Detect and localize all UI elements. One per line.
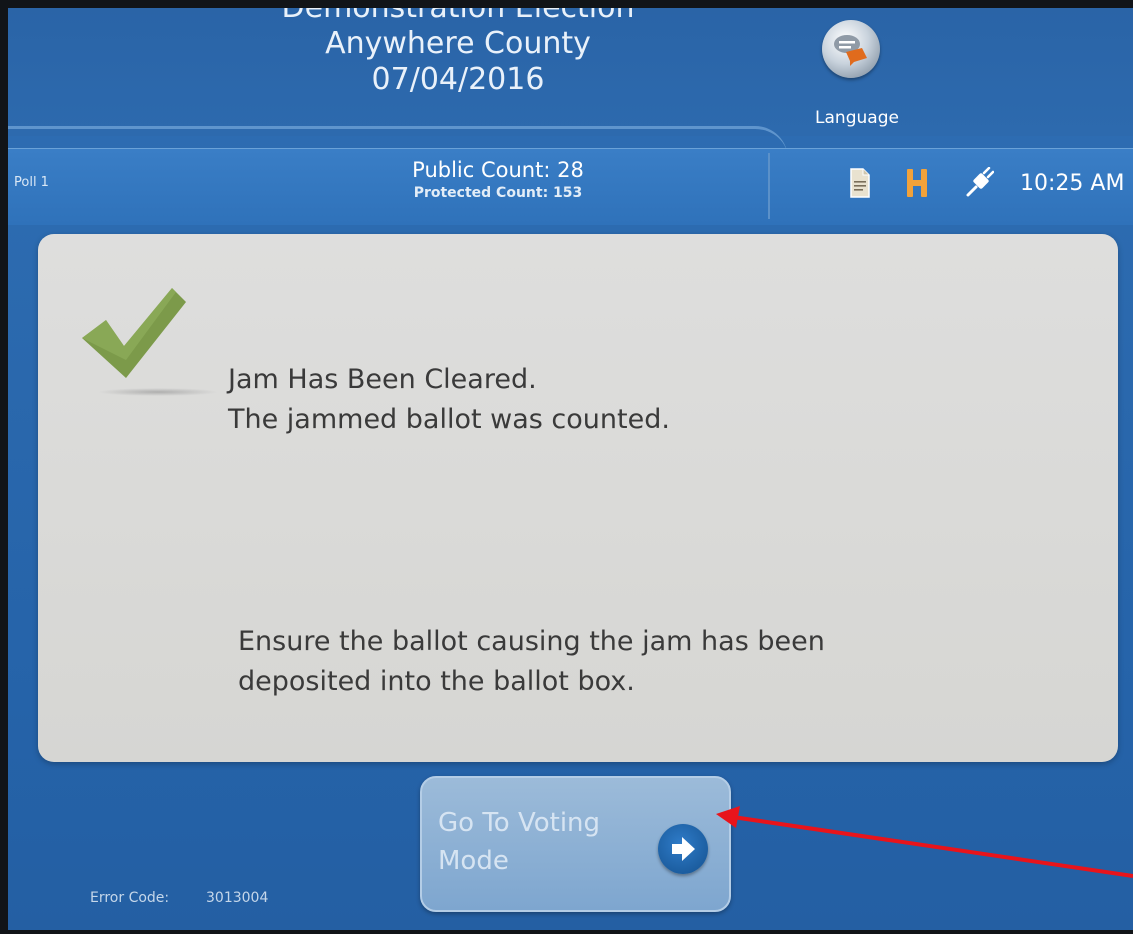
election-info: Demonstration Election Anywhere County 0…	[208, 8, 708, 98]
poll-label: Poll 1	[14, 175, 49, 190]
go-to-voting-mode-label: Go To Voting Mode	[438, 808, 601, 876]
message-instruction: Ensure the ballot causing the jam has be…	[238, 626, 825, 697]
status-bar: Poll 1 Public Count: 28 Protected Count:…	[8, 148, 1133, 225]
error-code-label: Error Code:	[90, 890, 170, 906]
message-subtitle: The jammed ballot was counted.	[228, 404, 670, 435]
checkmark-shadow	[98, 388, 218, 396]
clock: 10:25 AM	[1020, 171, 1125, 196]
protected-count: Protected Count: 153	[413, 185, 583, 201]
ballot-counts: Public Count: 28 Protected Count: 153	[368, 157, 628, 203]
language-button[interactable]: Language	[808, 16, 908, 134]
status-divider	[768, 153, 770, 219]
county-name: Anywhere County	[325, 26, 591, 61]
annotation-arrow-icon	[700, 800, 1133, 938]
checkmark-icon	[76, 280, 186, 394]
public-count: Public Count: 28	[412, 158, 584, 182]
h-icon	[906, 167, 928, 203]
power-plug-icon	[964, 166, 995, 203]
message-panel: Jam Has Been Cleared. The jammed ballot …	[38, 234, 1118, 762]
voting-machine-screen: Demonstration Election Anywhere County 0…	[8, 8, 1133, 930]
error-code-value: 3013004	[206, 890, 269, 906]
header: Demonstration Election Anywhere County 0…	[8, 8, 1133, 136]
message-title: Jam Has Been Cleared.	[228, 364, 537, 395]
election-name: Demonstration Election	[208, 8, 708, 26]
election-date: 07/04/2016	[371, 62, 545, 97]
speech-bubbles-icon	[822, 20, 880, 78]
language-label: Language	[815, 108, 899, 128]
go-to-voting-mode-button[interactable]: Go To Voting Mode	[420, 776, 731, 912]
document-icon	[848, 167, 872, 203]
